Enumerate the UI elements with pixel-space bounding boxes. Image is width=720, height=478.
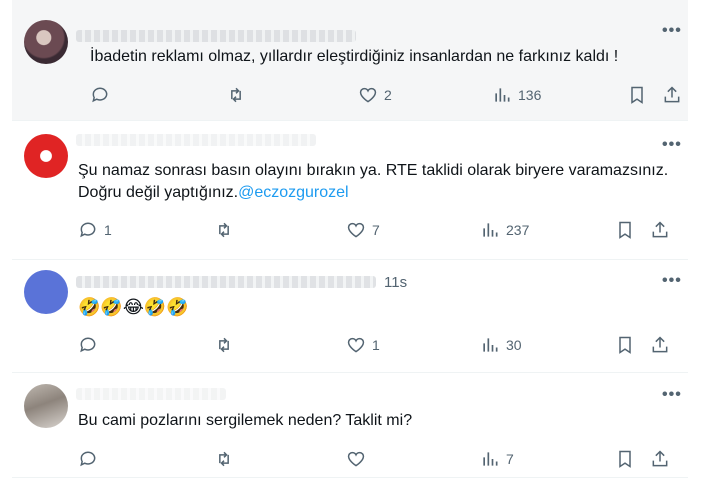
share-button[interactable] (662, 84, 682, 106)
bookmark-button[interactable] (615, 219, 635, 241)
tweet-actions: 1 7 237 (78, 219, 676, 241)
user-name-blurred[interactable] (76, 134, 316, 146)
heart-icon (347, 451, 365, 467)
like-count: 2 (384, 87, 392, 103)
bookmark-button[interactable] (627, 84, 647, 106)
share-button[interactable] (650, 334, 670, 356)
reply-icon (80, 451, 96, 467)
more-options-icon[interactable]: ••• (662, 136, 682, 154)
bookmark-icon (631, 86, 643, 104)
reply-button[interactable] (90, 84, 116, 106)
tweet-text: Bu cami pozlarını sergilemek neden? Takl… (78, 412, 413, 429)
like-count: 7 (372, 222, 380, 238)
views-count: 136 (518, 87, 542, 103)
reply-count: 1 (104, 222, 112, 238)
heart-icon (347, 222, 365, 238)
like-button[interactable]: 2 (358, 84, 392, 106)
avatar[interactable] (24, 20, 68, 64)
views-button[interactable]: 237 (480, 219, 529, 241)
retweet-button[interactable] (214, 334, 234, 356)
bookmark-icon (619, 336, 631, 354)
views-count: 7 (506, 451, 514, 467)
like-button[interactable]: 1 (346, 334, 380, 356)
reply-icon (92, 87, 108, 103)
like-button[interactable]: 7 (346, 219, 380, 241)
bookmark-button[interactable] (615, 448, 635, 470)
views-button[interactable]: 30 (480, 334, 522, 356)
share-icon (652, 450, 668, 467)
like-button[interactable] (346, 448, 372, 470)
analytics-icon (495, 88, 510, 102)
more-options-icon[interactable]: ••• (662, 386, 682, 404)
retweet-icon (219, 337, 229, 353)
views-count: 30 (506, 337, 522, 353)
analytics-icon (483, 223, 498, 237)
share-icon (664, 86, 680, 103)
bookmark-button[interactable] (615, 334, 635, 356)
avatar[interactable] (24, 134, 68, 178)
tweet-body: Şu namaz sonrası basın olayını bırakın y… (78, 162, 669, 201)
share-button[interactable] (650, 219, 670, 241)
reply-icon (80, 337, 96, 353)
user-name-blurred[interactable] (76, 388, 226, 400)
mention-link[interactable]: @eczozgurozel (238, 184, 349, 201)
analytics-icon (483, 338, 498, 352)
user-name-blurred[interactable] (76, 276, 376, 288)
share-icon (652, 221, 668, 238)
more-options-icon[interactable]: ••• (662, 272, 682, 290)
bookmark-icon (619, 450, 631, 468)
retweet-icon (219, 222, 229, 238)
tweet-text: Şu namaz sonrası basın olayını bırakın y… (78, 160, 680, 204)
retweet-icon (219, 451, 229, 467)
more-options-icon[interactable]: ••• (662, 22, 682, 40)
tweet-text: İbadetin reklamı olmaz, yıllardır eleşti… (90, 48, 619, 65)
timestamp[interactable]: 11s (384, 274, 407, 291)
views-button[interactable]: 136 (492, 84, 541, 106)
heart-icon (359, 87, 377, 103)
tweet-actions: 7 (78, 448, 676, 470)
avatar[interactable] (24, 270, 68, 314)
retweet-button[interactable] (214, 448, 234, 470)
bookmark-icon (619, 221, 631, 239)
reply-button[interactable]: 1 (78, 219, 112, 241)
retweet-icon (231, 87, 241, 103)
tweet-text: 🤣🤣😂🤣🤣 (78, 297, 189, 317)
retweet-button[interactable] (214, 219, 234, 241)
like-count: 1 (372, 337, 380, 353)
analytics-icon (483, 452, 498, 466)
heart-icon (347, 337, 365, 353)
share-button[interactable] (650, 448, 670, 470)
reply-button[interactable] (78, 334, 104, 356)
tweet-1[interactable]: ••• İbadetin reklamı olmaz, yıllardır el… (12, 0, 688, 121)
reply-icon (80, 222, 96, 238)
user-name-blurred[interactable] (76, 30, 356, 42)
tweet-actions: 2 136 (90, 84, 688, 106)
views-button[interactable]: 7 (480, 448, 514, 470)
reply-button[interactable] (78, 448, 104, 470)
retweet-button[interactable] (226, 84, 246, 106)
avatar[interactable] (24, 384, 68, 428)
share-icon (652, 336, 668, 353)
tweet-actions: 1 30 (78, 334, 676, 356)
views-count: 237 (506, 222, 530, 238)
